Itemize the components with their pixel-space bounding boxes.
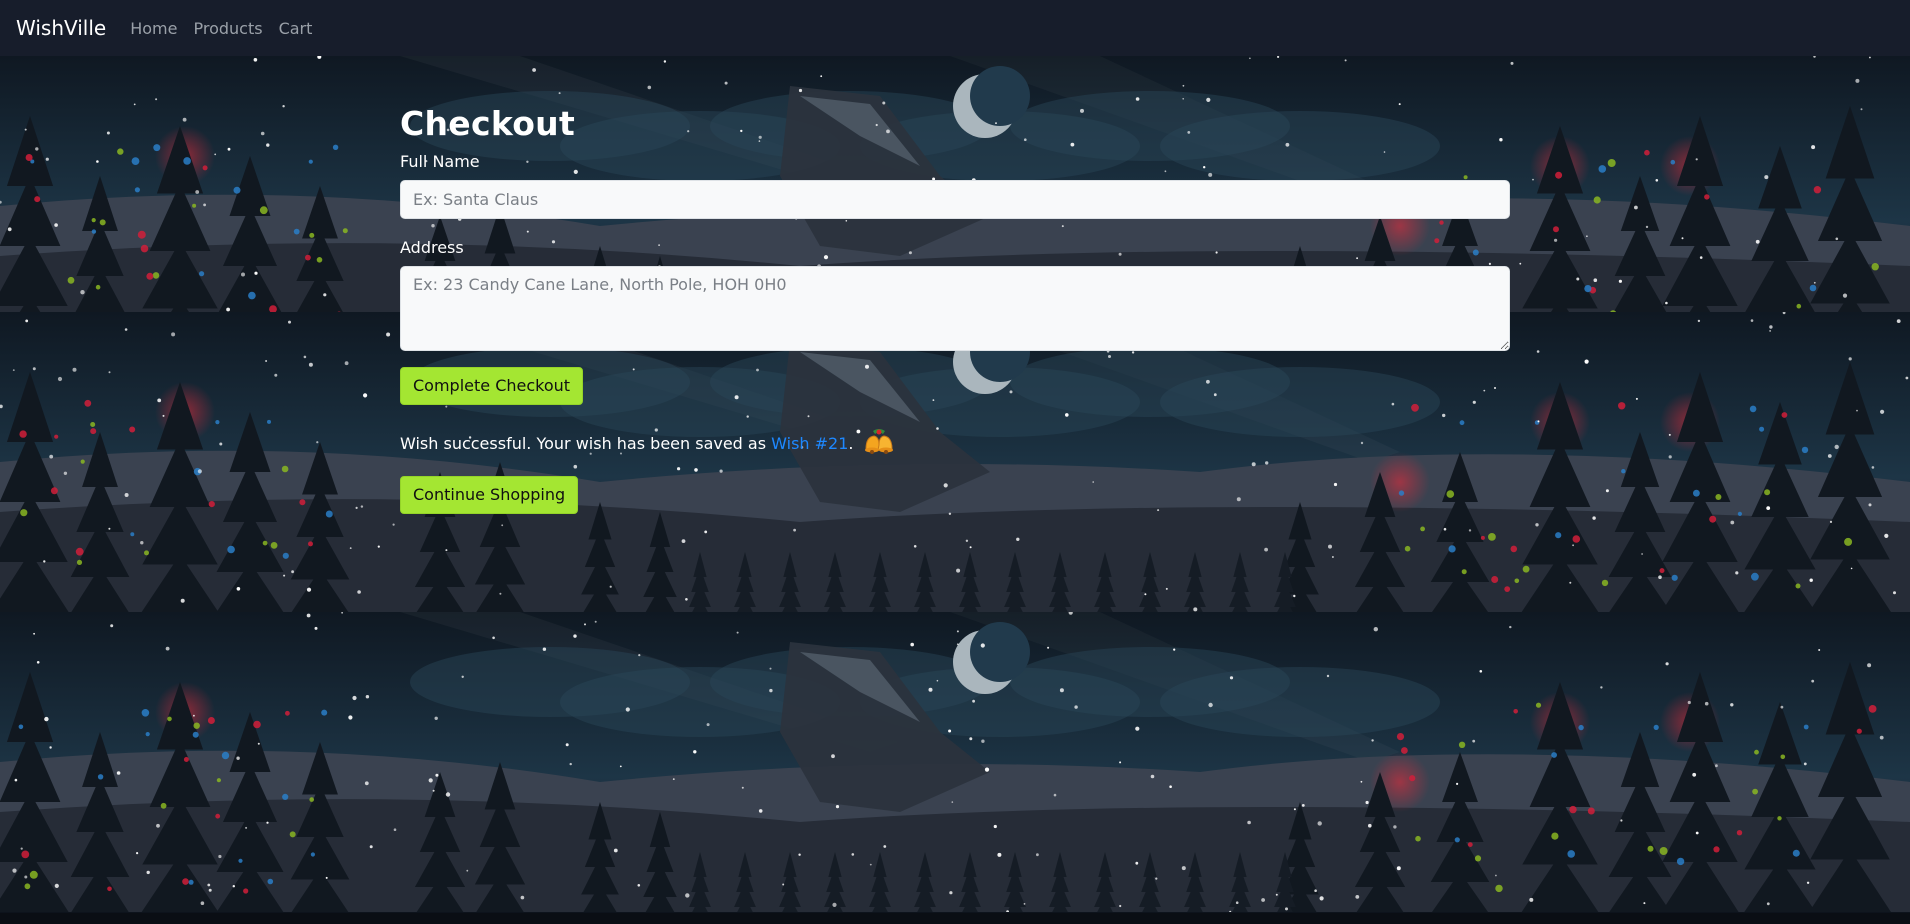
success-message: Wish successful. Your wish has been save…	[400, 425, 1510, 462]
full-name-label: Full Name	[400, 152, 480, 171]
nav-link-cart[interactable]: Cart	[279, 19, 313, 38]
checkout-form: Checkout Full Name Address Complete Chec…	[400, 100, 1510, 514]
page-title: Checkout	[400, 104, 576, 143]
brand-logo[interactable]: WishVille	[16, 16, 106, 40]
complete-checkout-button[interactable]: Complete Checkout	[400, 367, 584, 405]
nav-link-home[interactable]: Home	[130, 19, 177, 38]
address-textarea[interactable]	[400, 266, 1510, 351]
address-label: Address	[400, 238, 464, 257]
nav-link-products[interactable]: Products	[193, 19, 262, 38]
success-message-suffix: .	[848, 433, 854, 453]
top-navbar: WishVille Home Products Cart	[0, 0, 1910, 56]
christmas-bells-icon	[862, 425, 896, 462]
success-message-text: Wish successful. Your wish has been save…	[400, 433, 772, 453]
continue-shopping-button[interactable]: Continue Shopping	[400, 476, 579, 514]
bottom-strip	[0, 913, 1910, 924]
full-name-input[interactable]	[400, 180, 1510, 219]
background-band-3	[0, 612, 1910, 912]
wish-link[interactable]: Wish #21	[771, 432, 848, 456]
